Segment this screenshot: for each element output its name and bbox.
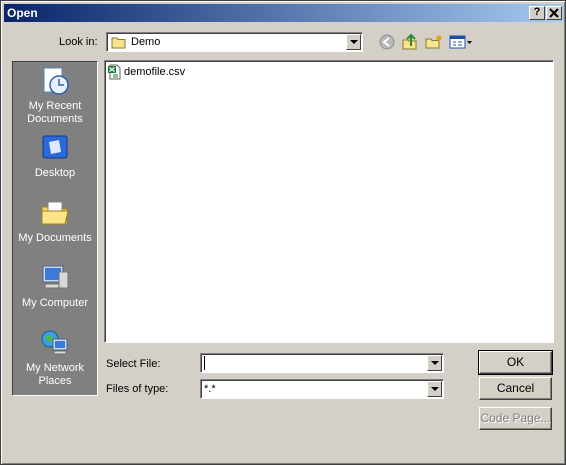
files-of-type-combo[interactable]: *.* bbox=[200, 379, 444, 399]
up-folder-icon bbox=[402, 33, 417, 50]
place-label: My Documents bbox=[18, 232, 92, 244]
text-cursor bbox=[204, 356, 205, 370]
back-button[interactable] bbox=[377, 33, 397, 51]
look-in-combo[interactable]: Demo bbox=[106, 32, 363, 52]
select-file-combo[interactable] bbox=[200, 353, 444, 373]
place-label: Desktop bbox=[34, 167, 76, 179]
look-in-dropdown-button[interactable] bbox=[346, 34, 361, 50]
place-label: My Network Places bbox=[25, 362, 85, 387]
close-icon bbox=[549, 8, 559, 18]
files-of-type-label: Files of type: bbox=[106, 383, 169, 395]
file-name: demofile.csv bbox=[124, 66, 186, 78]
place-my-recent-documents[interactable]: My Recent Documents bbox=[13, 65, 97, 126]
close-button[interactable] bbox=[546, 6, 562, 20]
back-arrow-icon bbox=[379, 34, 395, 50]
up-one-level-button[interactable] bbox=[400, 33, 420, 51]
new-folder-icon bbox=[425, 35, 442, 49]
files-of-type-value: *.* bbox=[204, 383, 216, 395]
place-my-documents[interactable]: My Documents bbox=[13, 197, 97, 245]
place-label: My Computer bbox=[21, 297, 89, 309]
files-of-type-dropdown-button[interactable] bbox=[427, 381, 442, 397]
place-my-computer[interactable]: My Computer bbox=[13, 262, 97, 310]
places-bar: My Recent Documents Desktop My Documents bbox=[12, 61, 98, 396]
my-documents-icon bbox=[41, 201, 69, 225]
desktop-icon bbox=[42, 135, 68, 159]
look-in-value: Demo bbox=[131, 36, 161, 48]
open-dialog: Open ? Look in: Demo My Recent Documents… bbox=[0, 0, 566, 465]
code-page-button[interactable]: Code Page... bbox=[479, 407, 552, 430]
cancel-button[interactable]: Cancel bbox=[479, 377, 552, 400]
file-list[interactable]: demofile.csv bbox=[104, 60, 554, 343]
select-file-dropdown-button[interactable] bbox=[427, 355, 442, 371]
views-menu-button[interactable] bbox=[448, 33, 474, 51]
help-button[interactable]: ? bbox=[529, 6, 545, 20]
csv-file-icon bbox=[108, 64, 121, 80]
place-desktop[interactable]: Desktop bbox=[13, 132, 97, 180]
folder-icon bbox=[111, 37, 126, 49]
title-bar[interactable]: Open ? bbox=[4, 4, 564, 22]
window-title: Open bbox=[7, 6, 38, 20]
place-my-network-places[interactable]: My Network Places bbox=[13, 327, 97, 388]
select-file-label: Select File: bbox=[106, 358, 161, 370]
my-computer-icon bbox=[42, 265, 69, 289]
place-label: My Recent Documents bbox=[27, 100, 83, 125]
create-new-folder-button[interactable] bbox=[424, 33, 444, 51]
look-in-label: Look in: bbox=[59, 36, 98, 48]
views-menu-icon bbox=[449, 35, 472, 49]
ok-button[interactable]: OK bbox=[478, 350, 553, 375]
recent-documents-icon bbox=[43, 67, 69, 95]
network-places-icon bbox=[41, 330, 68, 355]
